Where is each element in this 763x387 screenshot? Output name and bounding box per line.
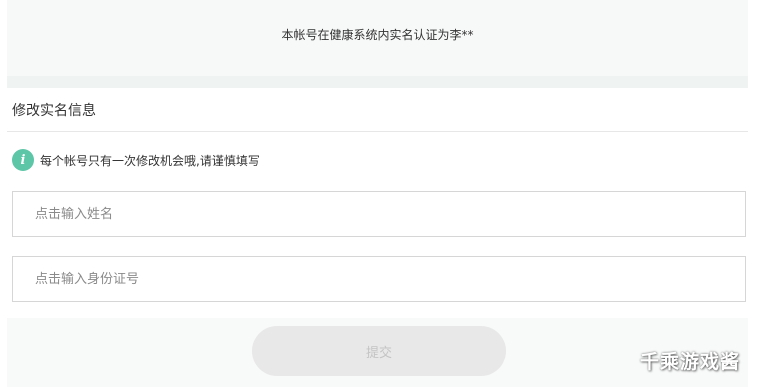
realname-notice-banner: 本帐号在健康系统内实名认证为李** [7,0,748,76]
name-input[interactable] [13,192,745,236]
id-number-field[interactable] [12,256,746,302]
name-field[interactable] [12,191,746,237]
submit-button[interactable]: 提交 [252,326,506,376]
watermark-text: 千乘游戏酱 [640,351,741,373]
realname-notice-text: 本帐号在健康系统内实名认证为李** [281,28,474,42]
tip-row: i 每个帐号只有一次修改机会哦,请谨慎填写 [12,149,260,171]
section-divider [7,131,748,132]
tip-text: 每个帐号只有一次修改机会哦,请谨慎填写 [40,153,260,168]
banner-divider [7,76,748,88]
info-icon: i [12,149,34,171]
section-title: 修改实名信息 [12,103,96,119]
submit-area: 提交 [7,318,748,387]
realname-edit-page: 本帐号在健康系统内实名认证为李** 修改实名信息 i 每个帐号只有一次修改机会哦… [0,0,763,387]
id-number-input[interactable] [13,257,745,301]
